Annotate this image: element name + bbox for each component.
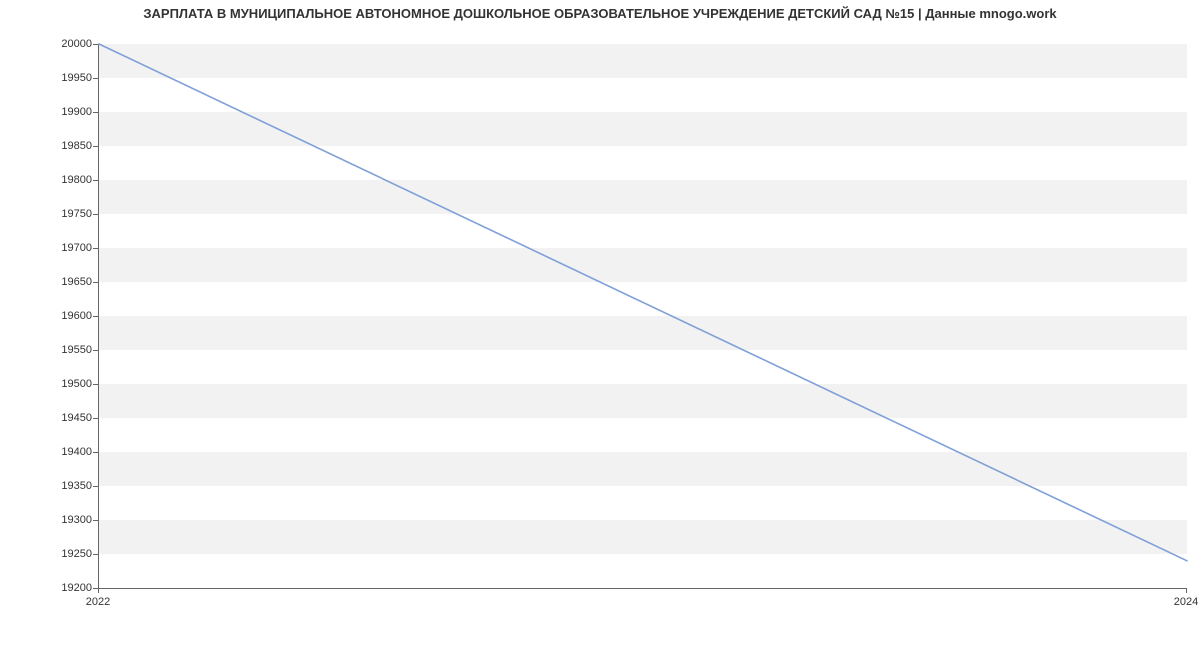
- chart-container: ЗАРПЛАТА В МУНИЦИПАЛЬНОЕ АВТОНОМНОЕ ДОШК…: [0, 0, 1200, 650]
- y-tick-label: 19750: [2, 208, 92, 220]
- y-tick-label: 19600: [2, 310, 92, 322]
- y-tick-label: 19950: [2, 72, 92, 84]
- y-tick-label: 20000: [2, 38, 92, 50]
- y-tick-label: 19700: [2, 242, 92, 254]
- y-tick-label: 19650: [2, 276, 92, 288]
- y-tick-label: 19300: [2, 514, 92, 526]
- x-tick-label: 2022: [86, 596, 110, 608]
- y-tick-label: 19800: [2, 174, 92, 186]
- plot-area: [98, 44, 1187, 589]
- y-tick-label: 19850: [2, 140, 92, 152]
- chart-title: ЗАРПЛАТА В МУНИЦИПАЛЬНОЕ АВТОНОМНОЕ ДОШК…: [0, 6, 1200, 21]
- y-tick-label: 19350: [2, 480, 92, 492]
- y-tick-label: 19200: [2, 582, 92, 594]
- line-series: [99, 44, 1187, 588]
- y-tick-label: 19250: [2, 548, 92, 560]
- y-tick-label: 19900: [2, 106, 92, 118]
- y-tick-label: 19500: [2, 378, 92, 390]
- y-tick-label: 19400: [2, 446, 92, 458]
- y-tick-label: 19450: [2, 412, 92, 424]
- y-tick-label: 19550: [2, 344, 92, 356]
- x-tick-label: 2024: [1174, 596, 1198, 608]
